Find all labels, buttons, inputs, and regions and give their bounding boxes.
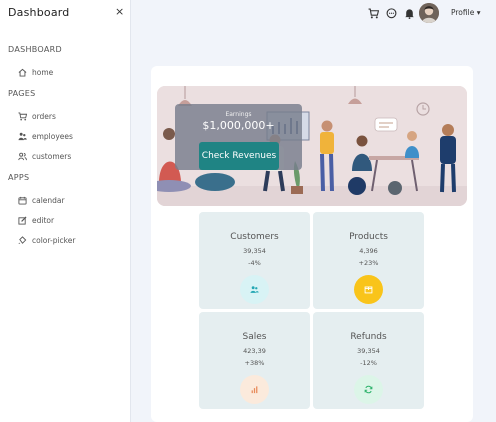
stat-value: 423,39 (243, 347, 266, 355)
bar-chart-icon (251, 386, 258, 394)
user-photo-icon (419, 3, 439, 23)
refresh-icon (364, 385, 373, 394)
color-bucket-icon (18, 235, 27, 244)
sidebar-item-label: orders (32, 111, 56, 121)
refunds-icon-button[interactable] (354, 375, 383, 404)
stat-value: 4,396 (359, 247, 378, 255)
chat-icon[interactable] (386, 7, 397, 19)
stat-title: Customers (230, 232, 279, 242)
earnings-value: $1,000,000+ (202, 119, 275, 132)
sidebar-item-customers[interactable]: customers (18, 149, 71, 163)
section-dashboard: DASHBOARD (8, 45, 62, 54)
products-icon-button[interactable] (354, 275, 383, 304)
stat-change: -12% (360, 359, 377, 367)
stat-card-customers: Customers 39,354 -4% (199, 212, 310, 309)
cart-icon (18, 111, 27, 120)
edit-icon (18, 215, 27, 225)
sidebar-item-orders[interactable]: orders (18, 109, 56, 123)
section-pages: PAGES (8, 89, 36, 98)
sidebar-item-color-picker[interactable]: color-picker (18, 233, 75, 247)
stat-value: 39,354 (243, 247, 266, 255)
stat-change: -4% (248, 259, 261, 267)
check-revenues-button[interactable]: Check Revenues (199, 142, 279, 170)
profile-menu[interactable]: Profile ▾ (451, 8, 480, 17)
people-icon (18, 132, 27, 140)
sidebar-item-label: editor (32, 215, 55, 225)
home-icon (18, 68, 27, 77)
stat-title: Sales (242, 332, 267, 342)
sidebar-item-label: employees (32, 131, 73, 141)
stat-change: +23% (358, 259, 379, 267)
sidebar-item-employees[interactable]: employees (18, 129, 73, 143)
earnings-label: Earnings (225, 111, 252, 118)
header-actions (368, 0, 422, 26)
stat-card-products: Products 4,396 +23% (313, 212, 424, 309)
sidebar-item-label: calendar (32, 195, 65, 205)
box-icon (364, 286, 373, 294)
stat-card-sales: Sales 423,39 +38% (199, 312, 310, 409)
sidebar-item-label: color-picker (32, 235, 76, 245)
sidebar-item-label: home (32, 67, 54, 77)
sidebar: Dashboard × DASHBOARD home PAGES orders … (0, 0, 131, 422)
sidebar-item-label: customers (32, 151, 72, 161)
customers-icon-button[interactable] (240, 275, 269, 304)
section-apps: APPS (8, 173, 30, 182)
close-icon[interactable]: × (115, 5, 124, 18)
stat-title: Products (349, 232, 388, 242)
sales-icon-button[interactable] (240, 375, 269, 404)
calendar-icon (18, 196, 27, 205)
stat-value: 39,354 (357, 347, 380, 355)
stat-title: Refunds (350, 332, 387, 342)
sidebar-item-editor[interactable]: editor (18, 213, 54, 227)
sidebar-item-home[interactable]: home (18, 65, 53, 79)
sidebar-title: Dashboard (8, 6, 70, 19)
stat-card-refunds: Refunds 39,354 -12% (313, 312, 424, 409)
sidebar-item-calendar[interactable]: calendar (18, 193, 65, 207)
stat-change: +38% (244, 359, 265, 367)
avatar[interactable] (419, 3, 439, 23)
customers-icon (250, 286, 259, 293)
cart-icon[interactable] (368, 8, 379, 19)
user-group-icon (18, 152, 27, 160)
bell-icon[interactable] (404, 8, 415, 19)
